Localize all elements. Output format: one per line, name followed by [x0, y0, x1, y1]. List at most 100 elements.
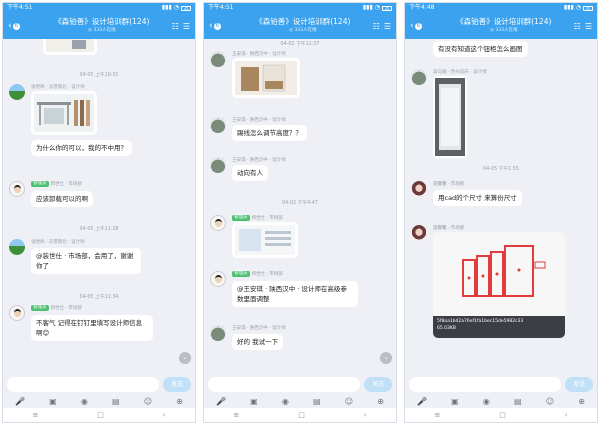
- avatar[interactable]: [210, 157, 226, 173]
- system-nav-bar: ≡ □ ‹: [3, 408, 195, 422]
- image-message[interactable]: [232, 222, 298, 258]
- online-count: ◎ 333人在线: [88, 28, 116, 33]
- avatar[interactable]: [9, 181, 25, 197]
- message-input[interactable]: [409, 376, 561, 392]
- camera-icon[interactable]: ◉: [282, 397, 289, 406]
- back-button[interactable]: ‹ 6: [410, 21, 434, 31]
- image-message[interactable]: [232, 58, 300, 98]
- message-bubble[interactable]: 为什么你的可以，我的不中用？: [31, 140, 132, 156]
- back-icon[interactable]: ‹: [364, 411, 367, 419]
- sender-info: 管理员 郭世仕 · 市场部: [31, 305, 82, 311]
- image-message[interactable]: [31, 91, 97, 135]
- menu-icon[interactable]: ≡: [434, 411, 440, 419]
- image-message[interactable]: [43, 39, 97, 55]
- timestamp: 04-05 下午1:55: [483, 167, 519, 172]
- chat-toolbar: 🎤 ▣ ◉ ▤ ☺ ⊕: [3, 394, 195, 408]
- mic-icon[interactable]: 🎤: [417, 397, 427, 406]
- message-bubble[interactable]: 不客气 记得在钉钉里填写设计师信息啊😊: [31, 315, 153, 341]
- file-icon[interactable]: ▤: [112, 397, 120, 406]
- avatar[interactable]: [210, 215, 226, 231]
- avatar[interactable]: [210, 51, 226, 67]
- message-bubble[interactable]: @装世仕 · 市场部，会用了，谢谢你了: [31, 248, 141, 274]
- message-item: 王安琪 · 陕西汉中 · 设计师 好的 我试一下: [210, 325, 390, 355]
- avatar[interactable]: [210, 117, 226, 133]
- group-members-icon[interactable]: ☷: [172, 22, 179, 31]
- file-icon[interactable]: ▤: [514, 397, 522, 406]
- message-bubble[interactable]: 动向有人: [232, 165, 268, 181]
- emoji-icon[interactable]: ☺: [546, 397, 554, 406]
- avatar[interactable]: [411, 181, 427, 197]
- send-button[interactable]: 发送: [364, 376, 392, 392]
- back-icon[interactable]: ‹: [163, 411, 166, 419]
- cad-drawing-image: [433, 232, 565, 316]
- timestamp: 04-05 上午11:34: [79, 295, 119, 300]
- avatar[interactable]: [411, 225, 427, 241]
- send-button[interactable]: 发送: [565, 376, 593, 392]
- sender-info: 管理员 郭世仕 · 市场部: [31, 181, 82, 187]
- plus-icon[interactable]: ⊕: [377, 397, 384, 406]
- admin-tag: 管理员: [31, 305, 49, 311]
- image-message[interactable]: [433, 76, 467, 158]
- scroll-down-button[interactable]: ⌄: [179, 352, 191, 364]
- phone-screen-2: 下午4:51 ▮▮▮ ◔ 35 ‹ 6 《森铂善》设计培训群(124) ◎ 33…: [203, 2, 397, 423]
- message-input[interactable]: [208, 376, 360, 392]
- emoji-icon[interactable]: ☺: [144, 397, 152, 406]
- admin-tag: 管理员: [31, 181, 49, 187]
- picture-icon[interactable]: ▣: [451, 397, 459, 406]
- phone-screen-3: 下午4:48 ▮▮▮ ◔ 35 ‹ 6 《森铂善》设计培训群(124) ◎ 33…: [404, 2, 598, 423]
- message-item: 聂馨馨 · 市场部 5f8aa1b42a76ef1fa1bec15de5982c…: [411, 225, 591, 345]
- back-icon[interactable]: ‹: [565, 411, 568, 419]
- unread-badge: 6: [213, 22, 222, 30]
- input-bar: 发送: [3, 372, 195, 396]
- home-icon[interactable]: □: [97, 411, 104, 419]
- camera-icon[interactable]: ◉: [81, 397, 88, 406]
- plus-icon[interactable]: ⊕: [176, 397, 183, 406]
- emoji-icon[interactable]: ☺: [345, 397, 353, 406]
- avatar[interactable]: [210, 325, 226, 341]
- sender-info: 管理员 郭世仕 · 市场部: [232, 271, 283, 277]
- message-item: 有没有知道这个钮柜怎么画图: [411, 41, 591, 59]
- status-bar: 下午4:51 ▮▮▮ ◔ 35: [204, 3, 396, 13]
- camera-icon[interactable]: ◉: [483, 397, 490, 406]
- home-icon[interactable]: □: [499, 411, 506, 419]
- home-icon[interactable]: □: [298, 411, 305, 419]
- avatar[interactable]: [210, 271, 226, 287]
- group-members-icon[interactable]: ☷: [574, 22, 581, 31]
- plus-icon[interactable]: ⊕: [578, 397, 585, 406]
- message-bubble[interactable]: 应该卸载可以的啊: [31, 191, 93, 207]
- input-bar: 发送: [204, 372, 396, 396]
- send-button[interactable]: 发送: [163, 376, 191, 392]
- menu-icon[interactable]: ☰: [384, 22, 391, 31]
- message-input[interactable]: [7, 376, 159, 392]
- image-message[interactable]: 5f8aa1b42a76ef1fa1bec15de5982c33 65.03KB: [433, 232, 565, 338]
- message-bubble[interactable]: 有没有知道这个钮柜怎么画图: [433, 41, 528, 57]
- menu-icon[interactable]: ☰: [585, 22, 592, 31]
- message-bubble[interactable]: 踢线怎么调节高度？？: [232, 125, 307, 141]
- system-nav-bar: ≡ □ ‹: [204, 408, 396, 422]
- picture-icon[interactable]: ▣: [250, 397, 258, 406]
- back-button[interactable]: ‹ 6: [209, 21, 233, 31]
- message-item: 王安琪 · 陕西汉中 · 设计师 踢线怎么调节高度？？: [210, 117, 390, 147]
- message-bubble[interactable]: 好的 我试一下: [232, 334, 284, 350]
- mic-icon[interactable]: 🎤: [15, 397, 25, 406]
- online-count: ◎ 333人在线: [289, 28, 317, 33]
- group-members-icon[interactable]: ☷: [373, 22, 380, 31]
- avatar[interactable]: [9, 84, 25, 100]
- avatar[interactable]: [9, 305, 25, 321]
- sender-info: 王安琪 · 陕西汉中 · 设计师: [232, 52, 286, 57]
- sender-info: 高马顺 · 贵州凤庆 · 设计师: [433, 70, 487, 75]
- file-icon[interactable]: ▤: [313, 397, 321, 406]
- message-bubble[interactable]: 用cad的个尺寸 来算份尺寸: [433, 190, 522, 206]
- scroll-down-button[interactable]: ⌄: [380, 352, 392, 364]
- menu-icon[interactable]: ☰: [183, 22, 190, 31]
- chevron-left-icon: ‹: [209, 21, 213, 31]
- menu-icon[interactable]: ≡: [233, 411, 239, 419]
- back-button[interactable]: ‹ 6: [8, 21, 32, 31]
- message-bubble[interactable]: @王安琪 · 陕西汉中 · 设计师在高级参数里面调整: [232, 281, 358, 307]
- picture-icon[interactable]: ▣: [49, 397, 57, 406]
- mic-icon[interactable]: 🎤: [216, 397, 226, 406]
- group-title: 《森铂善》设计培训群(124): [456, 17, 552, 26]
- avatar[interactable]: [411, 69, 427, 85]
- menu-icon[interactable]: ≡: [32, 411, 38, 419]
- avatar[interactable]: [9, 239, 25, 255]
